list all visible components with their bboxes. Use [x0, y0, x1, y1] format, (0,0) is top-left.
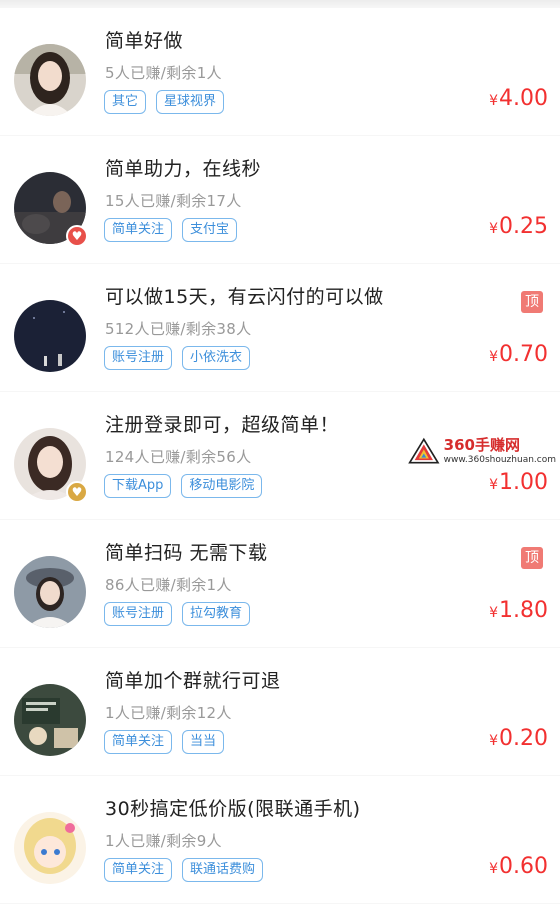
price-value: 4.00: [499, 86, 548, 111]
tag-group: 下载App 移动电影院: [104, 474, 263, 498]
task-tag[interactable]: 星球视界: [156, 90, 225, 114]
avatar: [14, 812, 86, 884]
triangle-logo-icon: [408, 437, 440, 464]
avatar: [14, 556, 86, 628]
task-tag[interactable]: 简单关注: [104, 218, 173, 242]
task-title: 注册登录即可，超级简单！: [105, 414, 340, 436]
currency-symbol: ¥: [489, 861, 499, 877]
task-stats: 15人已赚/剩余17人: [105, 192, 242, 210]
task-tag[interactable]: 简单关注: [104, 858, 173, 882]
task-stats: 5人已赚/剩余1人: [105, 64, 222, 82]
avatar: ♥: [14, 172, 88, 247]
task-tag[interactable]: 其它: [104, 90, 147, 114]
price-value: 1.00: [499, 470, 548, 495]
task-tag[interactable]: 账号注册: [104, 346, 173, 370]
tag-group: 简单关注 当当: [104, 730, 225, 754]
task-stats: 86人已赚/剩余1人: [105, 576, 232, 594]
task-item[interactable]: 简单好做 5人已赚/剩余1人 其它 星球视界 ¥4.00: [0, 8, 560, 136]
avatar: ♥: [14, 428, 88, 503]
task-title: 简单助力，在线秒: [105, 158, 262, 180]
task-tag[interactable]: 简单关注: [104, 730, 173, 754]
task-stats: 124人已赚/剩余56人: [105, 448, 252, 466]
tag-group: 其它 星球视界: [104, 90, 225, 114]
currency-symbol: ¥: [489, 477, 499, 493]
task-tag[interactable]: 支付宝: [182, 218, 238, 242]
task-item[interactable]: ♥ 简单助力，在线秒 15人已赚/剩余17人 简单关注 支付宝 ¥0.25: [0, 136, 560, 264]
task-tag[interactable]: 账号注册: [104, 602, 173, 626]
price-value: 0.20: [499, 726, 548, 751]
task-price: ¥0.60: [489, 854, 548, 879]
task-price: ¥1.00: [489, 470, 548, 495]
avatar: [14, 44, 86, 116]
currency-symbol: ¥: [489, 221, 499, 237]
task-price: ¥0.20: [489, 726, 548, 751]
task-price: ¥0.25: [489, 214, 548, 239]
task-price: ¥1.80: [489, 598, 548, 623]
tag-group: 账号注册 小依洗衣: [104, 346, 251, 370]
currency-symbol: ¥: [489, 349, 499, 365]
task-tag[interactable]: 拉勾教育: [182, 602, 251, 626]
task-stats: 1人已赚/剩余9人: [105, 832, 222, 850]
task-item[interactable]: 可以做15天，有云闪付的可以做 512人已赚/剩余38人 账号注册 小依洗衣 顶…: [0, 264, 560, 392]
task-item[interactable]: 30秒搞定低价版(限联通手机) 1人已赚/剩余9人 简单关注 联通话费购 ¥0.…: [0, 776, 560, 904]
heart-icon: ♥: [66, 225, 88, 247]
task-price: ¥0.70: [489, 342, 548, 367]
task-tag[interactable]: 移动电影院: [181, 474, 263, 498]
task-title: 简单加个群就行可退: [105, 670, 281, 692]
task-item[interactable]: 简单加个群就行可退 1人已赚/剩余12人 简单关注 当当 ¥0.20: [0, 648, 560, 776]
task-title: 30秒搞定低价版(限联通手机): [105, 798, 361, 820]
watermark-title: 360手赚网: [443, 435, 520, 454]
avatar: [14, 300, 86, 372]
avatar: [14, 684, 86, 756]
task-title: 简单好做: [105, 30, 184, 52]
watermark-url: www.360shouzhuan.com: [443, 454, 556, 465]
task-item[interactable]: 简单扫码 无需下载 86人已赚/剩余1人 账号注册 拉勾教育 顶 ¥1.80: [0, 520, 560, 648]
tag-group: 简单关注 联通话费购: [104, 858, 264, 882]
price-value: 0.25: [499, 214, 548, 239]
task-stats: 512人已赚/剩余38人: [105, 320, 252, 338]
currency-symbol: ¥: [489, 605, 499, 621]
task-tag[interactable]: 小依洗衣: [182, 346, 251, 370]
task-tag[interactable]: 当当: [182, 730, 225, 754]
task-tag[interactable]: 联通话费购: [182, 858, 264, 882]
price-value: 1.80: [499, 598, 548, 623]
pinned-badge: 顶: [521, 291, 543, 313]
price-value: 0.70: [499, 342, 548, 367]
currency-symbol: ¥: [489, 733, 499, 749]
task-title: 简单扫码 无需下载: [105, 542, 268, 564]
watermark: 360手赚网 www.360shouzhuan.com: [408, 432, 556, 470]
heart-icon: ♥: [66, 481, 88, 503]
task-stats: 1人已赚/剩余12人: [105, 704, 232, 722]
tag-group: 简单关注 支付宝: [104, 218, 238, 242]
task-title: 可以做15天，有云闪付的可以做: [105, 286, 384, 308]
pinned-badge: 顶: [521, 547, 543, 569]
tag-group: 账号注册 拉勾教育: [104, 602, 251, 626]
top-edge: [0, 0, 560, 8]
task-tag[interactable]: 下载App: [104, 474, 172, 498]
task-price: ¥4.00: [489, 86, 548, 111]
price-value: 0.60: [499, 854, 548, 879]
currency-symbol: ¥: [489, 93, 499, 109]
